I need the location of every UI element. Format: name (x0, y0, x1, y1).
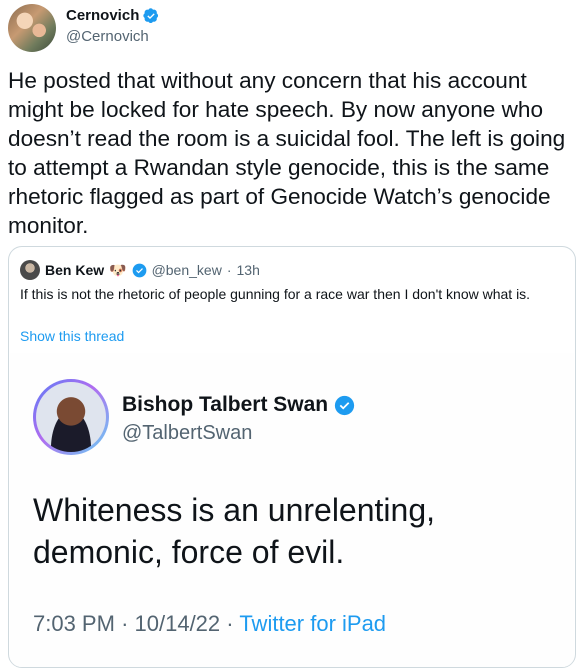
show-thread-link[interactable]: Show this thread (20, 328, 124, 344)
separator: · (226, 611, 234, 636)
separator: · (226, 262, 232, 278)
dog-emoji-icon: 🐶 (109, 261, 127, 278)
quoted-tweet-text: If this is not the rhetoric of people gu… (20, 286, 531, 302)
verified-badge-icon (143, 7, 159, 23)
tweet-header: Cernovich @Cernovich (8, 4, 568, 52)
screenshot-tweet-text: Whiteness is an unrelenting, demonic, fo… (33, 492, 435, 570)
avatar (33, 379, 109, 455)
quoted-tweet-header: Ben Kew 🐶 @ben_kew · 13h (20, 260, 260, 280)
quoted-tweet[interactable]: Ben Kew 🐶 @ben_kew · 13h If this is not … (8, 246, 576, 668)
author-handle[interactable]: @Cernovich (66, 28, 149, 45)
screenshot-footer: 7:03 PM · 10/14/22 · Twitter for iPad (33, 611, 386, 637)
verified-badge-icon (335, 395, 355, 415)
tweet-screenshot-image[interactable]: Bishop Talbert Swan @TalbertSwan Whitene… (10, 353, 574, 667)
author-name[interactable]: Cernovich (66, 7, 139, 24)
screenshot-date: 10/14/22 (134, 611, 221, 636)
quoted-author-handle[interactable]: @ben_kew (152, 262, 222, 278)
verified-badge-icon (132, 263, 146, 277)
screenshot-author-line: Bishop Talbert Swan (122, 393, 355, 417)
separator: · (121, 611, 129, 636)
screenshot-author-name: Bishop Talbert Swan (122, 393, 329, 416)
avatar[interactable] (8, 4, 56, 52)
author-line: Cernovich (66, 7, 159, 24)
tweet-text: He posted that without any concern that … (8, 68, 566, 238)
quoted-timestamp[interactable]: 13h (237, 262, 260, 278)
avatar[interactable] (20, 260, 40, 280)
screenshot-time: 7:03 PM (33, 611, 115, 636)
screenshot-author-handle: @TalbertSwan (122, 422, 253, 444)
quoted-author-name[interactable]: Ben Kew (45, 262, 104, 278)
screenshot-source: Twitter for iPad (239, 611, 387, 636)
